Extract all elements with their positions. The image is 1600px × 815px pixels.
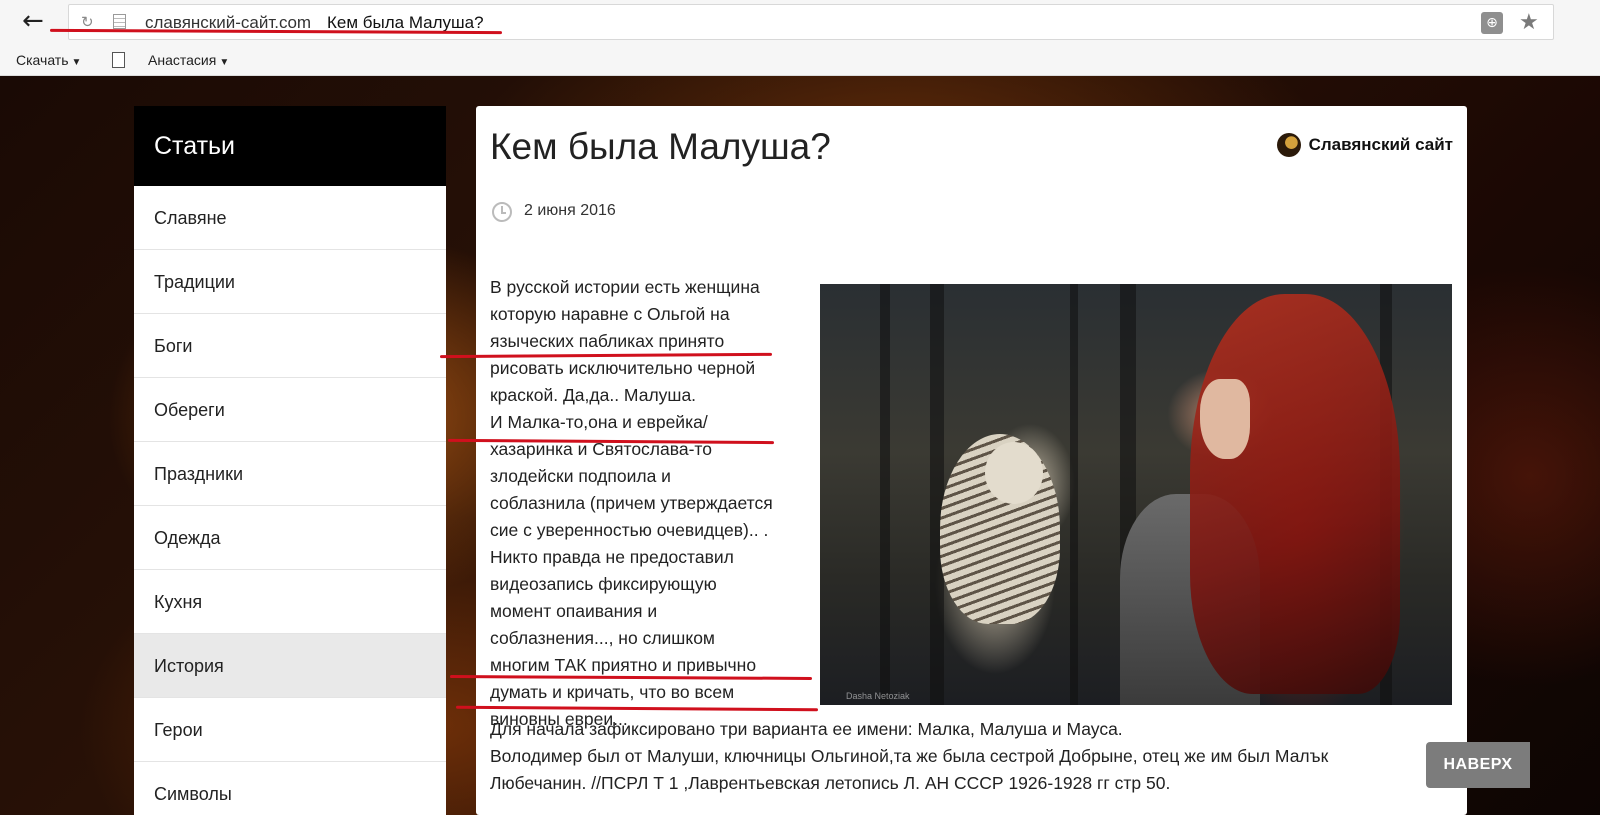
site-badge[interactable]: Славянский сайт [1276,133,1453,161]
chevron-down-icon: ▼ [71,57,82,68]
bookmarks-bar: Скачать ▼ Анастасия ▼ [0,46,1600,76]
sidebar-item-amulets[interactable]: Обереги [134,378,446,442]
site-logo-icon [1276,133,1301,157]
article-line: Никто правда не предоставил [490,547,734,567]
article-full-text: Для начала зафиксировано три варианта ее… [490,716,1450,797]
article-line: момент опаивания и [490,601,658,621]
article-date: 2 июня 2016 [524,202,616,219]
address-bar[interactable]: ↻ славянский-сайт.com Кем была Малуша? ⊕… [68,4,1554,40]
articles-sidebar: Статьи Славяне Традиции Боги Обереги Пра… [134,106,446,815]
article-title: Кем была Малуша? [490,126,831,167]
article-line: Володимер был от Малуши, ключницы Ольгин… [490,746,1329,766]
document-icon [112,52,125,68]
back-arrow-icon[interactable]: ← [22,8,52,36]
sidebar-item-gods[interactable]: Боги [134,314,446,378]
sidebar-item-symbols[interactable]: Символы [134,762,446,815]
image-face [1200,379,1250,459]
article-line: Любечанин. //ПСРЛ Т 1 ,Лаврентьевская ле… [490,773,1171,793]
browser-toolbar: ← ↻ славянский-сайт.com Кем была Малуша?… [0,0,1600,46]
article-line: соблазнила (причем утверждается [490,493,773,513]
article-line: И Малка-то,она и еврейка/ [490,412,708,432]
sidebar-item-holidays[interactable]: Праздники [134,442,446,506]
article-line: В русской истории есть женщина [490,277,760,297]
article-image: Dasha Netoziak [820,284,1452,705]
sidebar-heading: Статьи [134,106,446,186]
article-line: видеозапись фиксирующую [490,574,717,594]
photo-credit: Dasha Netoziak [846,691,910,701]
article-line: думать и кричать, что во всем [490,682,735,702]
extension-icon[interactable]: ⊕ [1481,12,1503,34]
image-tree [930,284,944,705]
clock-icon [492,202,512,222]
bookmark-user[interactable]: Анастасия ▼ [148,52,229,68]
article-line: которую наравне с Ольгой на [490,304,730,324]
bookmark-download-label: Скачать [16,52,69,68]
article-line: соблазнения..., но слишком [490,628,715,648]
sidebar-item-history[interactable]: История [134,634,446,698]
image-hair [1190,294,1400,694]
article-line: языческих пабликах принято [490,331,725,351]
chevron-down-icon: ▼ [219,57,230,68]
sidebar-item-clothing[interactable]: Одежда [134,506,446,570]
article-line: злодейски подпоила и [490,466,671,486]
bookmark-star-icon[interactable]: ★ [1519,10,1539,35]
site-name: Славянский сайт [1308,135,1453,154]
image-owl-face [985,442,1043,504]
sidebar-item-cuisine[interactable]: Кухня [134,570,446,634]
page-icon [113,14,126,29]
back-to-top-button[interactable]: НАВЕРХ [1426,742,1530,788]
bookmark-user-label: Анастасия [148,52,217,68]
image-tree [880,284,890,705]
image-tree [1070,284,1078,705]
article-line: Для начала зафиксировано три варианта ее… [490,719,1123,739]
article-column-text: В русской истории есть женщина которую н… [490,274,820,733]
sidebar-item-heroes[interactable]: Герои [134,698,446,762]
article-line: сие с уверенностью очевидцев).. . [490,520,769,540]
sidebar-item-traditions[interactable]: Традиции [134,250,446,314]
article-line: краской. Да,да.. Малуша. [490,385,697,405]
bookmark-download[interactable]: Скачать ▼ [16,52,81,68]
article-line: рисовать исключительно черной [490,358,756,378]
sidebar-item-slavs[interactable]: Славяне [134,186,446,250]
